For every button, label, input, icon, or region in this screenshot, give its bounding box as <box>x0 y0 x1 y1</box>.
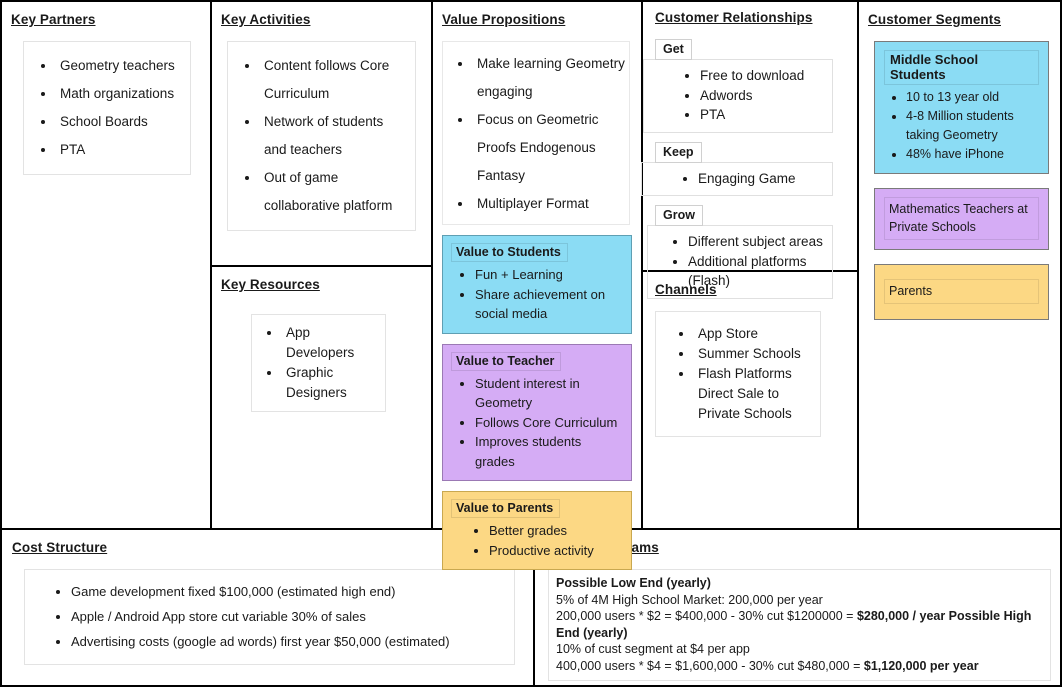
customer-relationships-title: Customer Relationships <box>655 10 813 25</box>
segment-card-middle-school-students: Middle School Students 10 to 13 year old… <box>874 41 1049 174</box>
relationship-keep-list: Engaging Game <box>646 169 828 189</box>
customer-segments-title: Customer Segments <box>868 12 1001 27</box>
channels-continuation-text: Direct Sale to Private Schools <box>698 386 792 421</box>
key-partners-listbox: Geometry teachers Math organizations Sch… <box>23 41 191 175</box>
key-partners-list: Geometry teachers Math organizations Sch… <box>30 52 184 164</box>
list-item: Engaging Game <box>698 169 828 189</box>
block-value-propositions: Value Propositions Make learning Geometr… <box>433 2 643 570</box>
relationship-group-keep: Engaging Game <box>641 161 833 196</box>
list-item: Out of game collaborative platform <box>260 164 409 220</box>
list-item: Productive activity <box>489 541 623 561</box>
value-card-students: Value to Students Fun + Learning Share a… <box>442 235 632 334</box>
relationship-group-get: Free to download Adwords PTA <box>643 59 833 133</box>
channels-listbox: App Store Summer Schools Flash Platforms… <box>655 311 821 437</box>
list-item: Flash Platforms Direct Sale to Private S… <box>694 364 816 424</box>
block-customer-segments: Customer Segments Middle School Students… <box>859 2 1060 528</box>
cost-structure-listbox: Game development fixed $100,000 (estimat… <box>24 569 515 665</box>
segment-card-text: Parents <box>884 279 1039 304</box>
relationship-get-list: Free to download Adwords PTA <box>648 66 828 125</box>
list-item: Make learning Geometry engaging <box>473 50 625 106</box>
block-customer-relationships: Customer Relationships Get Free to downl… <box>641 2 857 299</box>
block-key-activities: Key Activities Content follows Core Curr… <box>212 2 431 267</box>
list-item: Better grades <box>489 521 623 541</box>
revenue-line-strong: $1,120,000 per year <box>863 658 979 673</box>
cost-structure-list: Game development fixed $100,000 (estimat… <box>29 579 510 654</box>
block-channels: Channels App Store Summer Schools Flash … <box>643 272 857 528</box>
key-resources-list: App Developers Graphic Designers <box>256 323 381 403</box>
segment-card-text: Mathematics Teachers at Private Schools <box>884 197 1039 240</box>
key-partners-title: Key Partners <box>11 12 96 27</box>
list-item-text: Flash Platforms <box>698 366 792 381</box>
list-item: PTA <box>56 136 184 164</box>
segment-card-parents: Parents <box>874 264 1049 320</box>
block-key-resources: Key Resources App Developers Graphic Des… <box>212 267 431 528</box>
list-item: Multiplayer Format <box>473 190 625 218</box>
key-resources-title: Key Resources <box>221 277 320 292</box>
list-item: Follows Core Curriculum <box>475 413 623 433</box>
revenue-line-prefix: 400,000 users * $4 = $1,600,000 - 30% cu… <box>556 658 864 673</box>
list-item: Share achievement on social media <box>475 285 623 324</box>
value-propositions-title: Value Propositions <box>442 12 566 27</box>
value-card-parents-list: Better grades Productive activity <box>451 521 623 560</box>
list-item: Apple / Android App store cut variable 3… <box>71 604 510 629</box>
revenue-line: 5% of 4M High School Market: 200,000 per… <box>556 592 823 607</box>
revenue-streams-box: Possible Low End (yearly) 5% of 4M High … <box>548 569 1051 681</box>
list-item: 10 to 13 year old <box>906 88 1039 107</box>
revenue-line: 200,000 users * $2 = $400,000 - 30% cut … <box>556 608 1043 641</box>
value-propositions-listbox: Make learning Geometry engaging Focus on… <box>442 41 630 225</box>
list-item: PTA <box>700 105 828 125</box>
list-item: Student interest in Geometry <box>475 374 623 413</box>
list-item: Adwords <box>700 86 828 106</box>
segment-card-title: Middle School Students <box>884 50 1039 85</box>
block-key-activities-resources: Key Activities Content follows Core Curr… <box>212 2 433 528</box>
list-item: Different subject areas <box>688 232 828 252</box>
segment-card-math-teachers: Mathematics Teachers at Private Schools <box>874 188 1049 250</box>
relationship-group-label-keep: Keep <box>655 141 702 163</box>
list-item: Game development fixed $100,000 (estimat… <box>71 579 510 604</box>
list-item: Focus on Geometric Proofs Endogenous Fan… <box>473 106 625 190</box>
list-item: Free to download <box>700 66 828 86</box>
value-card-teacher-list: Student interest in Geometry Follows Cor… <box>451 374 623 472</box>
list-item: Graphic Designers <box>282 363 381 403</box>
list-item: App Developers <box>282 323 381 363</box>
list-item: Math organizations <box>56 80 184 108</box>
key-activities-title: Key Activities <box>221 12 311 27</box>
value-card-parents: Value to Parents Better grades Productiv… <box>442 491 632 570</box>
key-activities-list: Content follows Core Curriculum Network … <box>234 52 409 220</box>
canvas-top-band: Key Partners Geometry teachers Math orga… <box>2 2 1060 570</box>
channels-title: Channels <box>655 282 717 297</box>
list-item: Improves students grades <box>475 432 623 471</box>
revenue-line: Possible Low End (yearly) <box>556 576 711 590</box>
revenue-line: 400,000 users * $4 = $1,600,000 - 30% cu… <box>556 658 1043 675</box>
value-propositions-list: Make learning Geometry engaging Focus on… <box>447 50 625 218</box>
list-item: Network of students and teachers <box>260 108 409 164</box>
channels-list: App Store Summer Schools Flash Platforms… <box>660 324 816 424</box>
list-item: 4-8 Million students taking Geometry <box>906 107 1039 145</box>
value-card-students-title: Value to Students <box>451 243 568 262</box>
list-item: Summer Schools <box>694 344 816 364</box>
value-card-teacher-title: Value to Teacher <box>451 351 562 371</box>
key-resources-listbox: App Developers Graphic Designers <box>251 314 386 412</box>
business-model-canvas: Key Partners Geometry teachers Math orga… <box>0 0 1062 687</box>
list-item: Content follows Core Curriculum <box>260 52 409 108</box>
list-item: School Boards <box>56 108 184 136</box>
list-item: Advertising costs (google ad words) firs… <box>71 629 510 654</box>
value-card-teacher: Value to Teacher Student interest in Geo… <box>442 343 632 481</box>
value-card-parents-title: Value to Parents <box>451 499 561 518</box>
relationship-group-label-get: Get <box>655 39 692 60</box>
segment-middle-school-list: 10 to 13 year old 4-8 Million students t… <box>884 88 1039 164</box>
block-key-partners: Key Partners Geometry teachers Math orga… <box>2 2 212 528</box>
list-item: 48% have iPhone <box>906 145 1039 164</box>
list-item: App Store <box>694 324 816 344</box>
list-item: Fun + Learning <box>475 265 623 285</box>
relationship-group-label-grow: Grow <box>655 205 703 226</box>
revenue-line-prefix: 200,000 users * $2 = $400,000 - 30% cut … <box>556 609 857 623</box>
value-card-students-list: Fun + Learning Share achievement on soci… <box>451 265 623 324</box>
revenue-line: 10% of cust segment at $4 per app <box>556 642 750 656</box>
list-item: Geometry teachers <box>56 52 184 80</box>
key-activities-listbox: Content follows Core Curriculum Network … <box>227 41 416 231</box>
block-relationships-channels: Customer Relationships Get Free to downl… <box>641 2 859 528</box>
